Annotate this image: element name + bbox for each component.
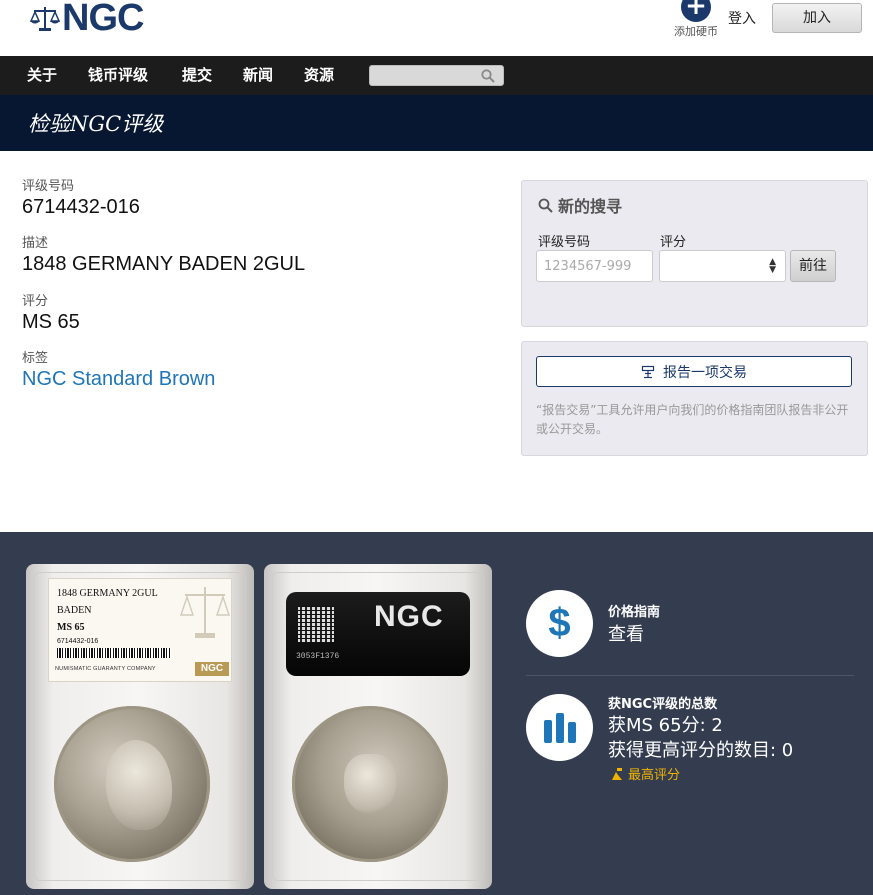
add-coin-button[interactable]: + 添加硬币 [672,0,720,39]
register-icon [641,365,655,378]
nav-search [369,65,504,87]
description-label: 描述 [22,236,49,251]
slab-back-logo: NGC [374,600,444,633]
qr-code [298,606,334,642]
search-icon [538,198,553,213]
top-pop-label: 最高评分 [628,768,681,783]
slab-label-line2: BADEN [57,605,92,616]
population-at-grade: 获MS 65分: 2 [608,715,723,736]
description-field: 描述 1848 GERMANY BADEN 2GUL [22,236,305,276]
grade-value: MS 65 [22,311,80,333]
scales-watermark-icon [180,587,230,638]
slab-back-serial: 3053F1376 [296,652,340,661]
slab-back-panel: NGC 3053F1376 [286,592,470,676]
main-nav: 关于 钱币评级 提交 新闻 资源 [0,56,873,95]
nav-item-about[interactable]: 关于 [27,56,57,95]
grade-field: 评分 MS 65 [22,294,80,334]
population-higher: 获得更高评分的数目: 0 [608,740,794,761]
portrait-relief [106,740,172,830]
nav-item-coin-grading[interactable]: 钱币评级 [88,56,148,95]
price-guide-title: 价格指南 [608,605,661,620]
coin-obverse [54,706,210,862]
cert-number-input[interactable] [536,250,653,282]
add-coin-label: 添加硬币 [674,25,718,38]
site-header: NGC + 添加硬币 登入 加入 [0,0,873,56]
label-field: 标签 NGC Standard Brown [22,351,215,391]
new-search-title: 新的搜寻 [538,193,622,217]
ngc-logo[interactable]: NGC [30,0,144,39]
slab-label-cert: 6714432-016 [57,638,99,645]
cert-number-field: 评级号码 6714432-016 [22,179,140,219]
shield-relief [344,754,396,814]
new-search-panel: 新的搜寻 评级号码 评分 ▲▼ 前往 [521,180,868,327]
nav-search-input[interactable] [370,67,478,87]
label-label: 标签 [22,351,49,366]
cert-number-value: 6714432-016 [22,196,140,218]
report-sale-panel: 报告一项交易 “报告交易”工具允许用户向我们的价格指南团队报告非公开或公开交易。 [521,341,868,456]
slab-label-grade: MS 65 [57,622,85,633]
logo-text: NGC [62,0,144,39]
coin-reverse [292,706,448,862]
podium-icon [612,767,622,780]
join-button[interactable]: 加入 [772,3,862,33]
description-value: 1848 GERMANY BADEN 2GUL [22,253,306,275]
slab-label-logo: NGC [195,662,229,676]
bar-chart-icon [526,694,593,761]
population-title: 获NGC评级的总数 [608,697,718,712]
cert-number-label: 评级号码 [22,179,75,194]
select-arrows-icon: ▲ ▼ [769,257,776,275]
top-pop-badge: 最高评分 [610,764,680,783]
report-sale-note: “报告交易”工具允许用户向我们的价格指南团队报告非公开或公开交易。 [536,403,849,436]
search-icon[interactable] [481,69,495,83]
slab-front-image[interactable]: 1848 GERMANY 2GUL BADEN MS 65 6714432-01… [26,564,254,889]
login-link[interactable]: 登入 [728,8,756,28]
label-value-link[interactable]: NGC Standard Brown [22,367,215,391]
scales-icon [30,7,60,31]
new-search-title-text: 新的搜寻 [558,197,623,216]
page-title: 检验NGC评级 [28,112,164,136]
divider [526,675,854,676]
barcode [57,648,171,658]
slab-label-line1: 1848 GERMANY 2GUL [57,588,158,599]
dollar-icon: $ [526,590,593,657]
slab-label: 1848 GERMANY 2GUL BADEN MS 65 6714432-01… [48,578,232,682]
plus-circle-icon: + [681,0,711,22]
title-band: 检验NGC评级 [0,95,873,151]
report-sale-button[interactable]: 报告一项交易 [536,356,852,387]
nav-item-news[interactable]: 新闻 [243,56,273,95]
go-button[interactable]: 前往 [790,250,836,282]
slab-back-image[interactable]: NGC 3053F1376 [264,564,492,889]
nav-item-submit[interactable]: 提交 [182,56,212,95]
slab-label-company: NUMISMATIC GUARANTY COMPANY [55,666,156,672]
grade-select[interactable]: ▲ ▼ [659,250,786,282]
search-grade-label: 评分 [660,235,687,250]
nav-item-resources[interactable]: 资源 [304,56,334,95]
report-sale-label: 报告一项交易 [663,364,747,381]
price-guide-link[interactable]: 查看 [608,620,644,646]
search-cert-label: 评级号码 [538,235,591,250]
grade-label: 评分 [22,294,49,309]
